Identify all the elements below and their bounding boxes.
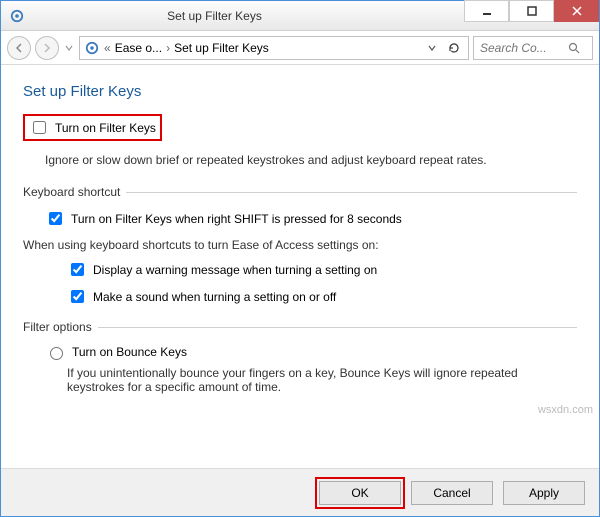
divider xyxy=(98,327,577,328)
recent-locations-button[interactable] xyxy=(63,44,75,52)
address-dropdown-icon[interactable] xyxy=(424,44,440,52)
window-title: Set up Filter Keys xyxy=(0,9,464,23)
warning-message-checkbox[interactable] xyxy=(71,263,84,276)
warning-message-label[interactable]: Display a warning message when turning a… xyxy=(93,263,377,277)
caption-buttons xyxy=(464,1,599,30)
breadcrumb-current[interactable]: Set up Filter Keys xyxy=(174,41,269,55)
filter-keys-description: Ignore or slow down brief or repeated ke… xyxy=(45,153,577,167)
minimize-button[interactable] xyxy=(464,0,509,22)
location-icon xyxy=(84,40,100,56)
address-bar[interactable]: « Ease o... › Set up Filter Keys xyxy=(79,36,469,60)
watermark: wsxdn.com xyxy=(538,404,593,416)
window: Set up Filter Keys « xyxy=(0,0,600,517)
close-button[interactable] xyxy=(554,0,599,22)
turn-on-filter-keys-checkbox[interactable] xyxy=(33,121,46,134)
filter-options-group: Filter options Turn on Bounce Keys If yo… xyxy=(23,320,577,394)
back-button[interactable] xyxy=(7,36,31,60)
nav-bar: « Ease o... › Set up Filter Keys xyxy=(1,31,599,65)
shortcut-subtext: When using keyboard shortcuts to turn Ea… xyxy=(23,238,577,252)
filter-options-legend: Filter options xyxy=(23,320,92,334)
title-bar: Set up Filter Keys xyxy=(1,1,599,31)
dialog-footer: OK Cancel Apply xyxy=(1,468,599,516)
shift-shortcut-label[interactable]: Turn on Filter Keys when right SHIFT is … xyxy=(71,212,402,226)
breadcrumb-root-sep[interactable]: « xyxy=(104,41,111,55)
apply-button[interactable]: Apply xyxy=(503,481,585,505)
turn-on-filter-keys-label[interactable]: Turn on Filter Keys xyxy=(55,121,156,135)
breadcrumb-sep-icon[interactable]: › xyxy=(166,41,170,55)
keyboard-shortcut-legend: Keyboard shortcut xyxy=(23,185,120,199)
search-icon[interactable] xyxy=(568,42,580,54)
refresh-button[interactable] xyxy=(444,42,464,54)
bounce-keys-label[interactable]: Turn on Bounce Keys xyxy=(72,345,187,359)
cancel-button[interactable]: Cancel xyxy=(411,481,493,505)
sound-label[interactable]: Make a sound when turning a setting on o… xyxy=(93,290,336,304)
content-area: Set up Filter Keys Turn on Filter Keys I… xyxy=(1,65,599,468)
turn-on-filter-keys-group: Turn on Filter Keys xyxy=(23,114,162,141)
breadcrumb-root[interactable]: Ease o... xyxy=(115,41,162,55)
page-title: Set up Filter Keys xyxy=(23,83,577,100)
maximize-button[interactable] xyxy=(509,0,554,22)
search-input[interactable] xyxy=(478,40,568,56)
keyboard-shortcut-group: Keyboard shortcut Turn on Filter Keys wh… xyxy=(23,185,577,306)
divider xyxy=(126,192,577,193)
shift-shortcut-checkbox[interactable] xyxy=(49,212,62,225)
ok-button[interactable]: OK xyxy=(319,481,401,505)
search-box[interactable] xyxy=(473,36,593,60)
bounce-keys-radio[interactable] xyxy=(50,347,63,360)
forward-button[interactable] xyxy=(35,36,59,60)
sound-checkbox[interactable] xyxy=(71,290,84,303)
bounce-keys-description: If you unintentionally bounce your finge… xyxy=(67,366,577,394)
